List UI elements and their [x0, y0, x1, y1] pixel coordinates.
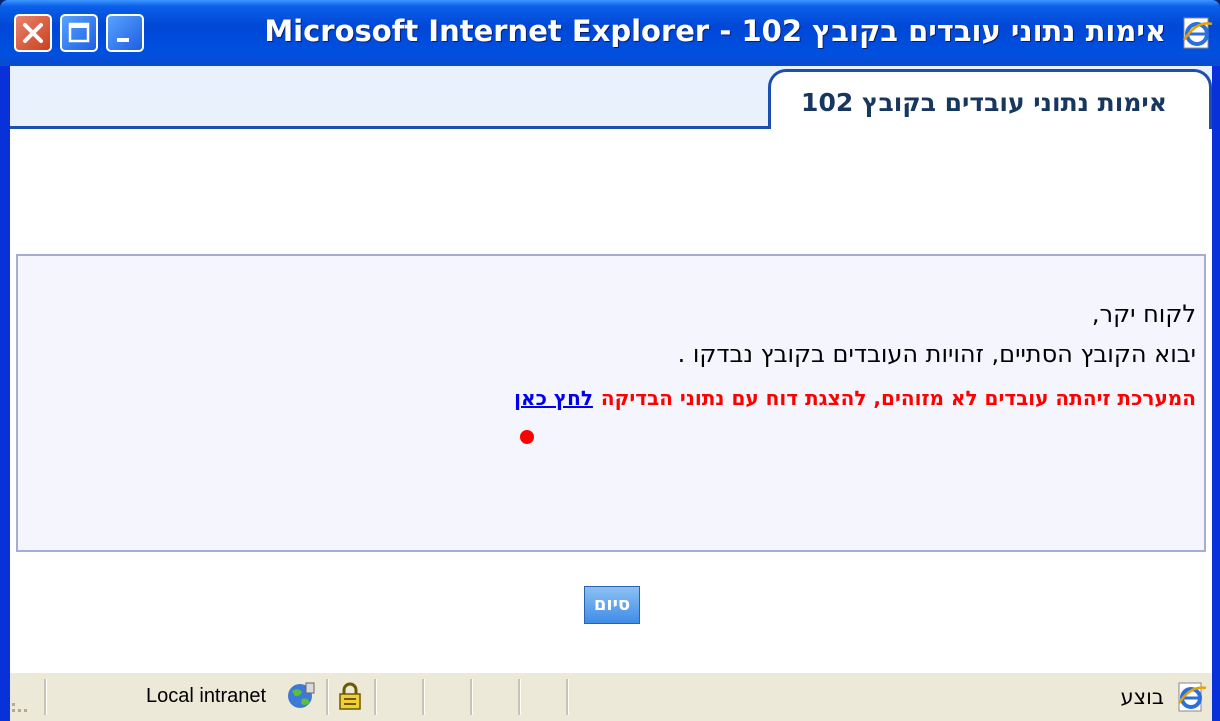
lock-icon: [339, 682, 361, 710]
import-status-text: יבוא הקובץ הסתיים, זהויות העובדים בקובץ …: [677, 340, 1196, 368]
maximize-icon: [68, 22, 90, 43]
message-panel: לקוח יקר, יבוא הקובץ הסתיים, זהויות העוב…: [16, 254, 1206, 552]
security-zone-label: Local intranet: [146, 685, 267, 707]
internet-explorer-icon: [1182, 17, 1213, 49]
minimize-button[interactable]: [106, 14, 144, 52]
tab-verify-employees[interactable]: אימות נתוני עובדים בקובץ 102: [768, 69, 1212, 129]
alert-message: המערכת זיהתה עובדים לא מזוהים, להצגת דוח…: [514, 386, 1196, 410]
status-divider: [566, 679, 569, 715]
greeting-text: לקוח יקר,: [1091, 300, 1196, 328]
status-done-label: בוצע: [1120, 685, 1164, 709]
red-dot-marker: [520, 430, 534, 444]
close-icon: [23, 23, 43, 43]
window-title: אימות נתוני עובדים בקובץ 102 - Microsoft…: [264, 14, 1166, 48]
alert-text: המערכת זיהתה עובדים לא מזוהים, להצגת דוח…: [600, 386, 1196, 410]
globe-icon: [288, 682, 315, 708]
resize-grip-icon[interactable]: [10, 693, 32, 715]
status-divider: [374, 679, 377, 715]
report-link[interactable]: לחץ כאן: [514, 386, 593, 410]
status-divider: [422, 679, 425, 715]
status-divider: [518, 679, 521, 715]
status-divider: [326, 679, 329, 715]
title-bar[interactable]: אימות נתוני עובדים בקובץ 102 - Microsoft…: [0, 0, 1220, 66]
finish-button[interactable]: סיום: [584, 586, 640, 624]
tab-title: אימות נתוני עובדים בקובץ 102: [801, 88, 1167, 117]
browser-window: אימות נתוני עובדים בקובץ 102 - Microsoft…: [0, 0, 1220, 721]
close-button[interactable]: [14, 14, 52, 52]
status-bar: Local intranet בוצע: [10, 671, 1212, 721]
status-divider: [470, 679, 473, 715]
minimize-icon: [117, 38, 129, 42]
status-divider: [44, 679, 47, 715]
page-content: אימות נתוני עובדים בקובץ 102 לקוח יקר, י…: [10, 66, 1212, 671]
maximize-button[interactable]: [60, 14, 98, 52]
internet-explorer-icon: [1177, 682, 1207, 712]
